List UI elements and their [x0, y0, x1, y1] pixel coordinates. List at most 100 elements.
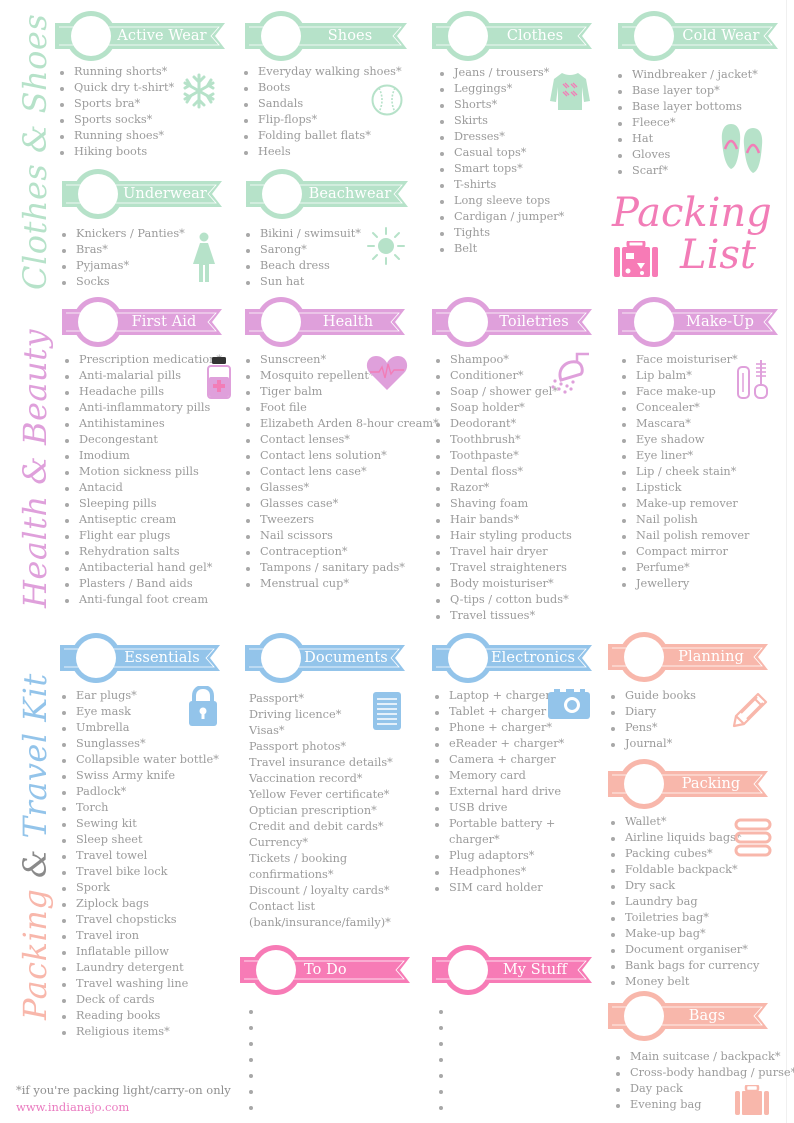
list-item[interactable]: Phone + charger* [433, 720, 573, 736]
list-item[interactable]: Laundry detergent [60, 960, 219, 976]
list-item[interactable]: Tweezers [244, 512, 439, 528]
list-item[interactable]: Folding ballet flats* [242, 128, 402, 144]
list-item[interactable]: Decongestant [63, 432, 222, 448]
list-item[interactable]: Lipstick [620, 480, 749, 496]
list-item[interactable]: Toothpaste* [434, 448, 572, 464]
list-item[interactable]: Smart tops* [438, 161, 564, 177]
todo-blank-line[interactable] [247, 1003, 263, 1019]
list-item[interactable]: Eye liner* [620, 448, 749, 464]
list-item[interactable]: Laundry bag [609, 894, 759, 910]
list-item[interactable]: Eye shadow [620, 432, 749, 448]
website-link[interactable]: www.indianajo.com [16, 1100, 129, 1114]
list-item[interactable]: Anti-malarial pills [63, 368, 222, 384]
list-item[interactable]: Reading books [60, 1008, 219, 1024]
list-item[interactable]: Bras* [60, 242, 185, 258]
list-item[interactable]: Antiseptic cream [63, 512, 222, 528]
list-item[interactable]: Passport photos* [249, 739, 399, 755]
list-item[interactable]: Cardigan / jumper* [438, 209, 564, 225]
list-item[interactable]: Lip balm* [620, 368, 749, 384]
list-item[interactable]: Foldable backpack* [609, 862, 759, 878]
list-item[interactable]: Deck of cards [60, 992, 219, 1008]
list-item[interactable]: Knickers / Panties* [60, 226, 185, 242]
todo-blank-line[interactable] [247, 1019, 263, 1035]
list-item[interactable]: Discount / loyalty cards* [249, 883, 399, 899]
list-item[interactable]: Rehydration salts [63, 544, 222, 560]
list-item[interactable]: Inflatable pillow [60, 944, 219, 960]
list-item[interactable]: Soap holder* [434, 400, 572, 416]
list-item[interactable]: Sports socks* [58, 112, 174, 128]
list-item[interactable]: Camera + charger [433, 752, 573, 768]
list-item[interactable]: Glasses case* [244, 496, 439, 512]
list-item[interactable]: Compact mirror [620, 544, 749, 560]
list-item[interactable]: Dry sack [609, 878, 759, 894]
list-item[interactable]: USB drive [433, 800, 573, 816]
list-item[interactable]: Headache pills [63, 384, 222, 400]
list-item[interactable]: Quick dry t-shirt* [58, 80, 174, 96]
list-item[interactable]: Travel chopsticks [60, 912, 219, 928]
list-item[interactable]: Travel tissues* [434, 608, 572, 624]
list-item[interactable]: Face make-up [620, 384, 749, 400]
list-item[interactable]: Bank bags for currency [609, 958, 759, 974]
list-item[interactable]: Pyjamas* [60, 258, 185, 274]
list-item[interactable]: Anti-fungal foot cream [63, 592, 222, 608]
list-item[interactable]: Plug adaptors* [433, 848, 573, 864]
list-item[interactable]: Q-tips / cotton buds* [434, 592, 572, 608]
list-item[interactable]: Casual tops* [438, 145, 564, 161]
list-item[interactable]: Plasters / Band aids [63, 576, 222, 592]
list-item[interactable]: Contact list (bank/insurance/family)* [249, 899, 399, 931]
list-item[interactable]: Contact lenses* [244, 432, 439, 448]
list-item[interactable]: Collapsible water bottle* [60, 752, 219, 768]
list-item[interactable]: Contact lens case* [244, 464, 439, 480]
list-item[interactable]: Hiking boots [58, 144, 174, 160]
list-item[interactable]: Travel straighteners [434, 560, 572, 576]
list-item[interactable]: Mosquito repellent* [244, 368, 439, 384]
list-item[interactable]: Sleeping pills [63, 496, 222, 512]
mystuff-blank-line[interactable] [437, 1035, 453, 1051]
list-item[interactable]: Religious items* [60, 1024, 219, 1040]
list-item[interactable]: Money belt [609, 974, 759, 990]
list-item[interactable]: Headphones* [433, 864, 573, 880]
list-item[interactable]: Lip / cheek stain* [620, 464, 749, 480]
list-item[interactable]: Vaccination record* [249, 771, 399, 787]
list-item[interactable]: Running shoes* [58, 128, 174, 144]
list-item[interactable]: Leggings* [438, 81, 564, 97]
list-item[interactable]: Antacid [63, 480, 222, 496]
list-item[interactable]: Hair bands* [434, 512, 572, 528]
list-item[interactable]: Long sleeve tops [438, 193, 564, 209]
mystuff-blank-line[interactable] [437, 1019, 453, 1035]
list-item[interactable]: Jewellery [620, 576, 749, 592]
list-item[interactable]: Toiletries bag* [609, 910, 759, 926]
list-item[interactable]: Travel insurance details* [249, 755, 399, 771]
list-item[interactable]: Belt [438, 241, 564, 257]
list-item[interactable]: Tampons / sanitary pads* [244, 560, 439, 576]
list-item[interactable]: Yellow Fever certificate* [249, 787, 399, 803]
mystuff-blank-line[interactable] [437, 1003, 453, 1019]
list-item[interactable]: Flight ear plugs [63, 528, 222, 544]
list-item[interactable]: Windbreaker / jacket* [616, 67, 758, 83]
list-item[interactable]: Antibacterial hand gel* [63, 560, 222, 576]
list-item[interactable]: Running shorts* [58, 64, 174, 80]
list-item[interactable]: Shaving foam [434, 496, 572, 512]
list-item[interactable]: Heels [242, 144, 402, 160]
list-item[interactable]: Main suitcase / backpack* [614, 1049, 794, 1065]
list-item[interactable]: Prescription medication* [63, 352, 222, 368]
list-item[interactable]: Socks [60, 274, 185, 290]
list-item[interactable]: Padlock* [60, 784, 219, 800]
list-item[interactable]: Document organiser* [609, 942, 759, 958]
list-item[interactable]: Razor* [434, 480, 572, 496]
list-item[interactable]: Hair styling products [434, 528, 572, 544]
list-item[interactable]: Travel iron [60, 928, 219, 944]
list-item[interactable]: Base layer bottoms [616, 99, 758, 115]
list-item[interactable]: Make-up remover [620, 496, 749, 512]
list-item[interactable]: Sarong* [244, 242, 361, 258]
list-item[interactable]: Make-up bag* [609, 926, 759, 942]
list-item[interactable]: Swiss Army knife [60, 768, 219, 784]
list-item[interactable]: Nail scissors [244, 528, 439, 544]
list-item[interactable]: Currency* [249, 835, 399, 851]
list-item[interactable]: Face moisturiser* [620, 352, 749, 368]
list-item[interactable]: Diary [609, 704, 696, 720]
list-item[interactable]: Cross-body handbag / purse* [614, 1065, 794, 1081]
list-item[interactable]: Travel towel [60, 848, 219, 864]
list-item[interactable]: Memory card [433, 768, 573, 784]
mystuff-blank-line[interactable] [437, 1051, 453, 1067]
